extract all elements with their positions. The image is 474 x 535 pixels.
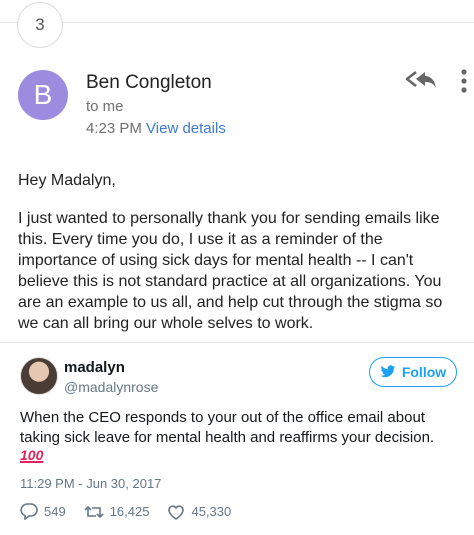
email-body: I just wanted to personally thank you fo… bbox=[18, 210, 443, 332]
tweet-author-name[interactable]: madalyn bbox=[64, 359, 125, 376]
email-meta: 4:23 PM View details bbox=[86, 120, 226, 137]
recipient-line: to me bbox=[86, 98, 124, 115]
twitter-bird-icon bbox=[380, 365, 396, 378]
heart-icon bbox=[168, 504, 185, 520]
thread-divider bbox=[0, 22, 474, 23]
reply-all-icon[interactable] bbox=[404, 68, 438, 90]
thread-count-badge[interactable]: 3 bbox=[17, 2, 63, 48]
hundred-emoji: 100 bbox=[20, 447, 44, 463]
tweet-author-handle[interactable]: @madalynrose bbox=[64, 379, 158, 395]
tweet-actions: 549 16,425 45,330 bbox=[20, 503, 231, 520]
follow-button[interactable]: Follow bbox=[369, 357, 457, 387]
tweet-avatar[interactable] bbox=[20, 357, 58, 395]
tweet-card: madalyn @madalynrose Follow When the CEO… bbox=[0, 343, 474, 535]
email-card: 3 B Ben Congleton to me 4:23 PM View det… bbox=[0, 0, 474, 343]
sender-avatar: B bbox=[18, 70, 68, 120]
more-icon[interactable] bbox=[458, 68, 470, 94]
retweet-count: 16,425 bbox=[109, 504, 150, 519]
tweet-timestamp[interactable]: 11:29 PM - Jun 30, 2017 bbox=[20, 476, 161, 491]
sender-name: Ben Congleton bbox=[86, 72, 212, 93]
email-greeting: Hey Madalyn, bbox=[18, 172, 116, 189]
retweet-icon bbox=[84, 505, 104, 518]
reply-icon bbox=[20, 503, 38, 520]
follow-label: Follow bbox=[401, 364, 447, 380]
view-details-link[interactable]: View details bbox=[146, 120, 226, 137]
retweet-action[interactable]: 16,425 bbox=[84, 504, 150, 520]
tweet-text: When the CEO responds to your out of the… bbox=[20, 409, 435, 446]
like-count: 45,330 bbox=[191, 504, 232, 519]
reply-action[interactable]: 549 bbox=[20, 503, 66, 520]
email-time: 4:23 PM bbox=[86, 120, 142, 137]
reply-count: 549 bbox=[44, 504, 66, 519]
like-action[interactable]: 45,330 bbox=[167, 504, 231, 520]
